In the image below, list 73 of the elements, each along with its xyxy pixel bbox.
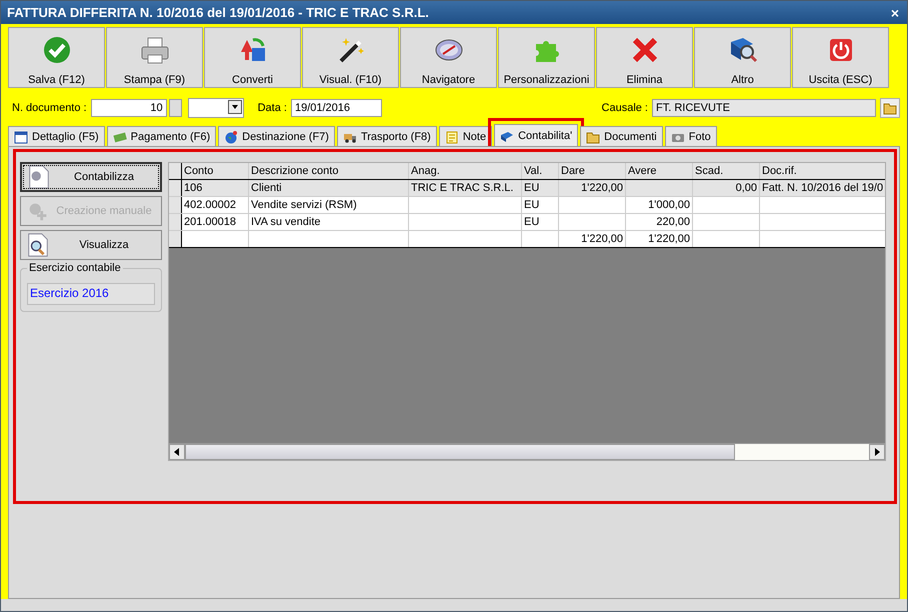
- group-label: Esercizio contabile: [27, 262, 123, 274]
- table-cell-text: Fatt. N. 10/2016 del 19/0: [761, 181, 884, 196]
- tab[interactable]: Destinazione (F7): [218, 126, 335, 146]
- folder-icon: [586, 130, 600, 144]
- table-cell: 402.00002: [182, 197, 249, 213]
- table-cell: 106: [182, 180, 249, 196]
- scroll-right-button[interactable]: [869, 444, 886, 460]
- toolbar-button[interactable]: Salva (F12): [8, 27, 105, 88]
- column-header[interactable]: Doc.rif.: [760, 163, 886, 179]
- table-cell: 201.00018: [182, 214, 249, 230]
- calendar-icon: [14, 130, 28, 144]
- table-row[interactable]: 201.00018 IVA su vendite EU 220,00: [169, 214, 886, 231]
- table-cell: 1'220,00: [559, 180, 626, 196]
- table-cell: Clienti: [249, 180, 409, 196]
- toolbar-button[interactable]: Converti: [204, 27, 301, 88]
- table-cell: 1'220,00: [626, 231, 693, 247]
- tab[interactable]: Pagamento (F6): [106, 126, 216, 146]
- date-field[interactable]: 19/01/2016: [290, 99, 382, 117]
- caret-icon: [228, 100, 242, 114]
- horizontal-scrollbar[interactable]: [169, 443, 886, 460]
- toolbar-button[interactable]: Altro: [694, 27, 791, 88]
- toolbar-button[interactable]: Elimina: [596, 27, 693, 88]
- column-header[interactable]: Anag.: [409, 163, 522, 179]
- column-header[interactable]: Conto: [182, 163, 249, 179]
- table-cell: 0,00: [693, 180, 760, 196]
- field-label: Causale :: [602, 102, 648, 114]
- document-number-field[interactable]: 10: [90, 99, 167, 117]
- action-button[interactable]: Contabilizza: [20, 162, 162, 192]
- table-cell: 1'000,00: [626, 197, 693, 213]
- table-cell: 1'220,00: [559, 231, 626, 247]
- table-cell: TRIC E TRAC S.R.L.: [409, 180, 522, 196]
- table-cell: 220,00: [626, 214, 693, 230]
- tab[interactable]: Foto: [664, 126, 717, 146]
- tab[interactable]: Trasporto (F8): [336, 126, 437, 146]
- column-header[interactable]: Avere: [626, 163, 693, 179]
- column-header[interactable]: Descrizione conto: [249, 163, 409, 179]
- note-icon: [444, 130, 459, 144]
- scroll-thumb[interactable]: [185, 444, 735, 460]
- column-header[interactable]: Dare: [559, 163, 626, 179]
- table-row[interactable]: 1'220,00 1'220,00: [169, 231, 886, 248]
- table-cell: Vendite servizi (RSM): [249, 197, 409, 213]
- left-arrow-icon: [173, 448, 181, 456]
- money-icon: [112, 130, 127, 144]
- table-cell: IVA su vendite: [249, 214, 409, 230]
- table-cell: EU: [522, 197, 559, 213]
- scroll-left-button[interactable]: [169, 444, 185, 460]
- right-arrow-icon: [873, 448, 882, 456]
- tab[interactable]: Note: [438, 126, 492, 146]
- folder-icon: [883, 101, 897, 115]
- column-header[interactable]: Val.: [522, 163, 559, 179]
- window-title: FATTURA DIFFERITA N. 10/2016 del 19/01/2016 - TRIC E TRAC S.R.L.: [7, 5, 429, 20]
- tab[interactable]: Dettaglio (F5): [8, 126, 105, 146]
- table-cell: EU: [522, 180, 559, 196]
- column-header[interactable]: Scad.: [693, 163, 760, 179]
- tab[interactable]: Documenti: [580, 126, 663, 146]
- field-label: Data :: [258, 102, 287, 114]
- series-dropdown[interactable]: [188, 98, 244, 118]
- toolbar-button[interactable]: Navigatore: [400, 27, 497, 88]
- close-button[interactable]: ×: [888, 4, 901, 20]
- table-cell: EU: [522, 214, 559, 230]
- fiscal-year-field: Esercizio 2016: [27, 283, 155, 305]
- folder-button[interactable]: [880, 98, 900, 118]
- table-row[interactable]: 106 Clienti TRIC E TRAC S.R.L. EU 1'220,00 0,00 Fatt. N. 10/2016 del 19/0: [169, 180, 886, 197]
- globe-icon: [224, 130, 238, 144]
- toolbar-button[interactable]: Personalizzazioni: [498, 27, 595, 88]
- field-label: N. documento :: [12, 102, 87, 114]
- toolbar-button[interactable]: Visual. (F10): [302, 27, 399, 88]
- table-row[interactable]: 402.00002 Vendite servizi (RSM) EU 1'000,00: [169, 197, 886, 214]
- toolbar-button[interactable]: Stampa (F9): [106, 27, 203, 88]
- toolbar-button[interactable]: Uscita (ESC): [792, 27, 889, 88]
- action-button[interactable]: Visualizza: [20, 230, 162, 260]
- causale-field[interactable]: FT. RICEVUTE: [652, 99, 876, 117]
- small-button[interactable]: [168, 99, 182, 117]
